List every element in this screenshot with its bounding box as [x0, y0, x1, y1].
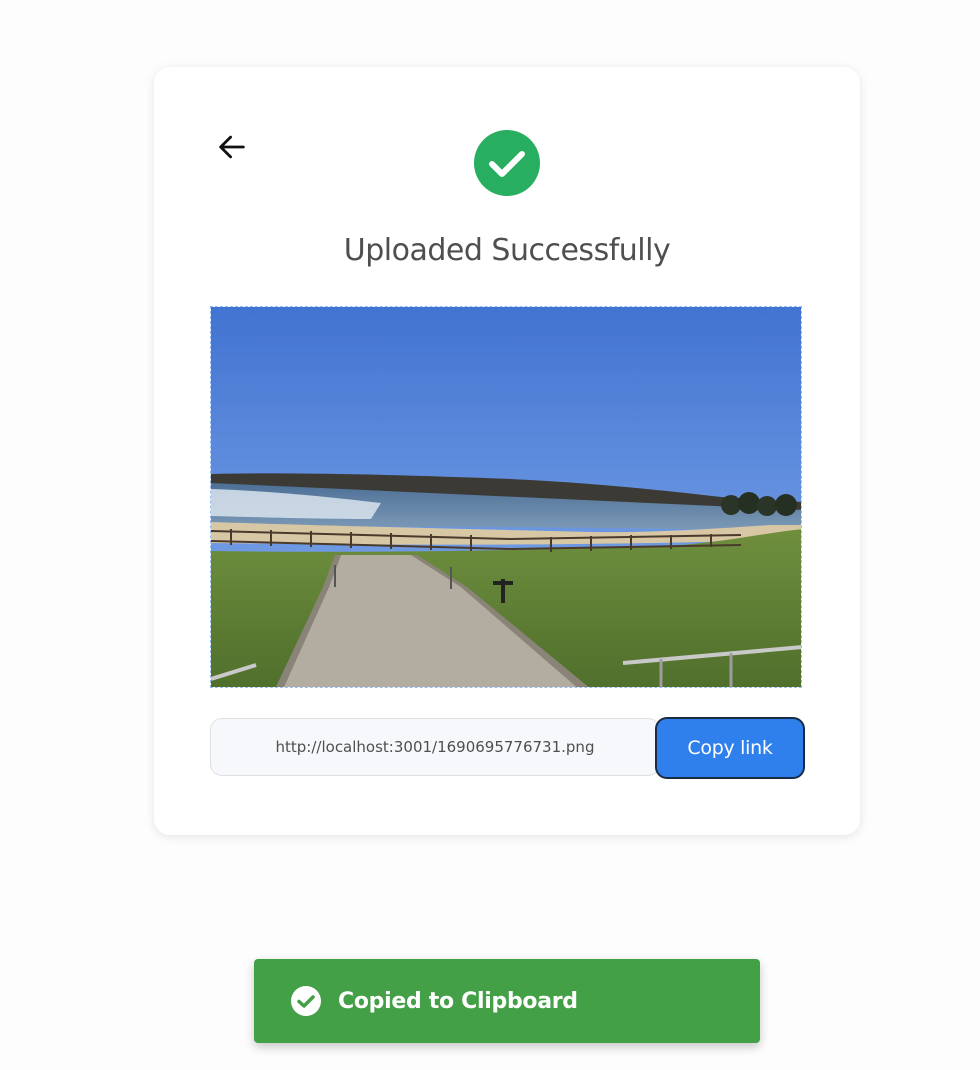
copy-link-button[interactable]: Copy link — [655, 717, 805, 779]
back-button[interactable] — [212, 127, 252, 167]
image-preview — [211, 307, 801, 687]
check-circle-icon — [474, 130, 540, 196]
arrow-left-icon — [219, 135, 245, 159]
check-circle-icon — [290, 985, 322, 1017]
toast-notification: Copied to Clipboard — [254, 959, 760, 1043]
toast-message: Copied to Clipboard — [338, 988, 578, 1014]
share-link-row: http://localhost:3001/1690695776731.png … — [210, 717, 806, 779]
upload-result-card: Uploaded Successfully http://localhost:3… — [154, 67, 860, 835]
page-title: Uploaded Successfully — [343, 233, 671, 268]
uploaded-image — [210, 306, 802, 688]
link-url-field[interactable]: http://localhost:3001/1690695776731.png — [210, 718, 660, 776]
